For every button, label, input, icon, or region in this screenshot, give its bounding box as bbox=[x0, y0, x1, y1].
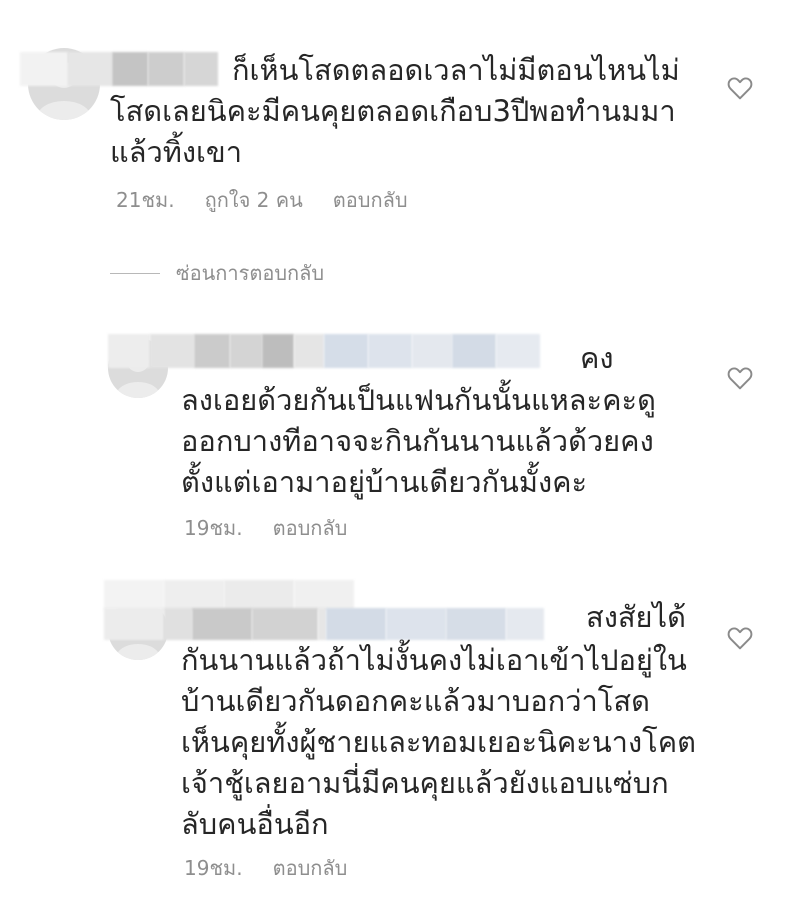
comment-text-line-6: ลับคนอื่นอีก bbox=[181, 807, 329, 841]
comment-text-line-4: เห็นคุยทั้งผู้ชายและทอมเยอะนิคะนางโคต bbox=[181, 725, 696, 759]
reply-comment-2: สงสัยได้ กันนานแล้วถ้าไม่งั้นคงไม่เอาเข้… bbox=[0, 0, 800, 903]
reply-button[interactable]: ตอบกลับ bbox=[273, 852, 348, 884]
comment-meta: 19ชม. ตอบกลับ bbox=[184, 852, 347, 884]
comment-text-line-3: บ้านเดียวกันดอกคะแล้วมาบอกว่าโสด bbox=[181, 684, 650, 718]
comment-text-line-2: กันนานแล้วถ้าไม่งั้นคงไม่เอาเข้าไปอยู่ใน bbox=[181, 643, 687, 677]
redacted-username bbox=[104, 580, 354, 610]
comment-text-line-5: เจ้าชู้เลยอามนี่มีคนคุยแล้วยังแอบแซ่บก bbox=[181, 766, 669, 800]
heart-outline-icon[interactable] bbox=[727, 626, 753, 650]
comment-text-first-line-tail: สงสัยได้ bbox=[586, 600, 686, 634]
redacted-username-2 bbox=[104, 608, 544, 640]
comment-timestamp: 19ชม. bbox=[184, 856, 243, 880]
